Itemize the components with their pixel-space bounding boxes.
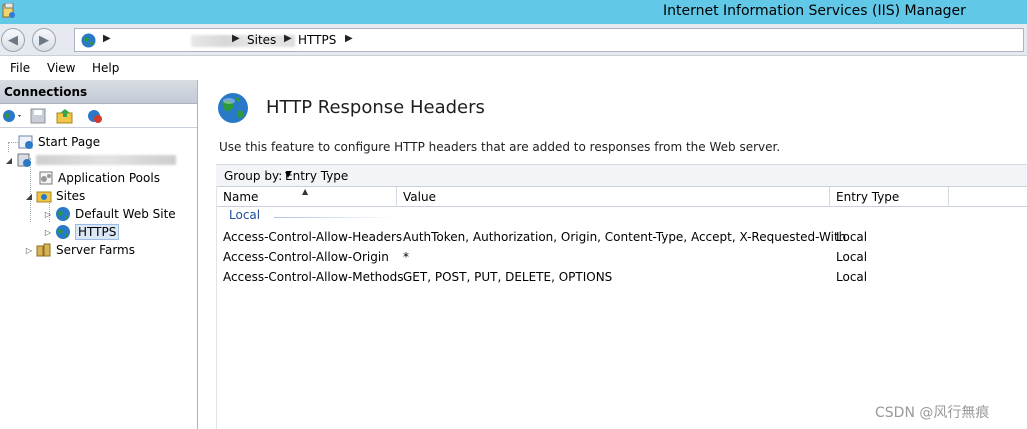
iis-app-icon — [2, 2, 16, 19]
breadcrumb-item-https[interactable]: HTTPS — [298, 33, 336, 47]
globe-icon — [81, 33, 96, 51]
group-by-label: Group by: — [224, 169, 283, 183]
tree-item-start-page[interactable]: Start Page — [18, 133, 100, 151]
cell-name: Access-Control-Allow-Origin — [223, 250, 389, 264]
cell-name: Access-Control-Allow-Headers — [223, 230, 403, 244]
back-arrow-icon: ◀ — [8, 32, 18, 48]
window-title: Internet Information Services (IIS) Mana… — [663, 3, 966, 19]
save-icon[interactable] — [30, 108, 46, 127]
sort-ascending-icon: ▲ — [302, 187, 309, 196]
server-icon — [16, 152, 32, 168]
http-headers-globe-icon — [217, 92, 249, 127]
tree-item-default-web-site[interactable]: ▷ Default Web Site — [43, 205, 176, 223]
tree-item-https[interactable]: ▷ HTTPS — [43, 223, 120, 241]
connections-header: Connections — [0, 80, 197, 104]
column-label-value: Value — [403, 190, 436, 204]
tree-item-server-farms[interactable]: ▷ Server Farms — [24, 241, 135, 259]
globe-icon — [55, 206, 71, 222]
menu-help[interactable]: Help — [92, 61, 119, 75]
back-button[interactable]: ◀ — [1, 28, 25, 52]
forward-arrow-icon: ▶ — [39, 32, 49, 48]
watermark-text: CSDN @风行無痕 — [875, 405, 990, 421]
connections-toolbar — [0, 104, 197, 128]
expand-icon[interactable]: ▷ — [43, 228, 53, 237]
group-divider — [274, 217, 394, 218]
globe-icon — [55, 224, 71, 240]
grid-header: Name ▲ Value Entry Type — [217, 186, 1027, 207]
column-label-name: Name — [223, 190, 259, 204]
table-row[interactable]: Access-Control-Allow-Methods GET, POST, … — [217, 268, 1027, 286]
cell-value: GET, POST, PUT, DELETE, OPTIONS — [403, 270, 613, 284]
column-header-name[interactable]: Name ▲ — [217, 187, 397, 207]
group-header-local[interactable]: Local — [229, 208, 260, 224]
cell-name: Access-Control-Allow-Methods — [223, 270, 404, 284]
tree-item-server[interactable]: ◢ — [4, 151, 176, 169]
chevron-down-icon: ▼ — [285, 170, 292, 179]
column-label-entry-type: Entry Type — [836, 190, 900, 204]
menu-view[interactable]: View — [47, 61, 75, 75]
add-folder-icon[interactable] — [56, 108, 74, 127]
table-row[interactable]: Access-Control-Allow-Headers AuthToken, … — [217, 228, 1027, 246]
expand-icon[interactable]: ▷ — [43, 210, 53, 219]
page-title: HTTP Response Headers — [266, 97, 485, 118]
column-header-value[interactable]: Value — [397, 187, 830, 207]
breadcrumb-separator-icon: ▶ — [284, 33, 292, 44]
app-pools-icon — [38, 170, 54, 186]
connect-globe-icon[interactable] — [2, 108, 24, 127]
forward-button[interactable]: ▶ — [32, 28, 56, 52]
sites-folder-icon — [36, 188, 52, 204]
breadcrumb-separator-icon: ▶ — [232, 33, 240, 44]
breadcrumb[interactable]: ▶ ▶ Sites ▶ HTTPS ▶ — [74, 28, 1024, 52]
breadcrumb-item-sites[interactable]: Sites — [247, 33, 276, 47]
cell-entry-type: Local — [836, 270, 868, 284]
cell-entry-type: Local — [836, 250, 868, 264]
cell-value: * — [403, 250, 409, 264]
cell-entry-type: Local — [836, 230, 868, 244]
group-by-select[interactable]: Entry Type ▼ — [283, 167, 397, 185]
expand-icon[interactable]: ▷ — [24, 246, 34, 255]
collapse-icon[interactable]: ◢ — [4, 156, 14, 165]
collapse-icon[interactable]: ◢ — [24, 192, 34, 201]
page-description: Use this feature to configure HTTP heade… — [219, 140, 781, 154]
start-page-icon — [18, 134, 34, 150]
title-bar: Internet Information Services (IIS) Mana… — [0, 0, 1027, 24]
column-header-entry-type[interactable]: Entry Type — [830, 187, 949, 207]
redacted-server-name — [191, 35, 295, 47]
headers-grid: Name ▲ Value Entry Type Local Access-Con… — [216, 186, 1027, 429]
menu-file[interactable]: File — [10, 61, 30, 75]
breadcrumb-separator-icon: ▶ — [103, 33, 111, 44]
disconnect-icon[interactable] — [84, 108, 104, 127]
feature-pane: HTTP Response Headers Use this feature t… — [199, 80, 1027, 429]
tree-item-sites[interactable]: ◢ Sites — [24, 187, 85, 205]
group-by-bar: Group by: Entry Type ▼ — [216, 164, 1027, 186]
menu-bar: File View Help — [0, 56, 1027, 80]
server-farms-icon — [36, 242, 52, 258]
connections-pane: Connections Start Page ◢ Application Poo… — [0, 80, 198, 429]
tree-item-application-pools[interactable]: Application Pools — [38, 169, 160, 187]
table-row[interactable]: Access-Control-Allow-Origin * Local — [217, 248, 1027, 266]
breadcrumb-separator-icon: ▶ — [345, 33, 353, 44]
cell-value: AuthToken, Authorization, Origin, Conten… — [403, 230, 847, 244]
address-bar: ◀ ▶ ▶ ▶ Sites ▶ HTTPS ▶ — [0, 24, 1027, 56]
